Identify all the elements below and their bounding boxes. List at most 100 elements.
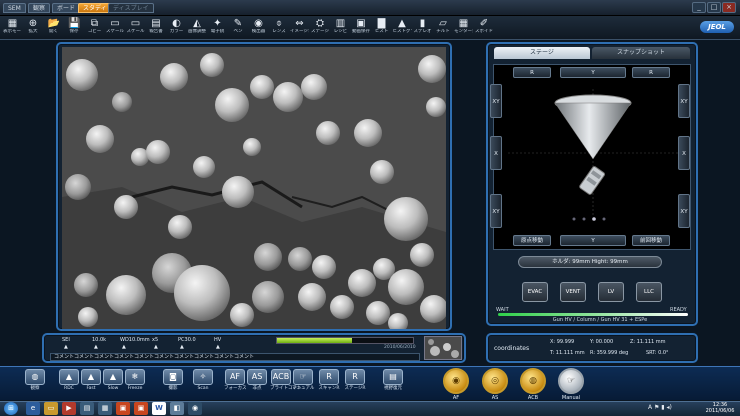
- maximize-button[interactable]: □: [707, 2, 721, 13]
- param-adjust-icon[interactable]: ▲: [94, 344, 98, 350]
- observe-button[interactable]: ◍ 観察: [24, 369, 46, 397]
- toolbar-button-color[interactable]: ◐ カラー: [167, 17, 186, 39]
- bottom-button-label: RDC: [64, 386, 74, 391]
- scan-r-button[interactable]: R スキャンR: [318, 369, 340, 397]
- stage-r-right-button[interactable]: R: [632, 67, 670, 78]
- stage-3d-view[interactable]: [493, 64, 691, 250]
- lv-button[interactable]: LV: [598, 282, 624, 302]
- coord-r: R: 359.999 deg: [590, 350, 629, 356]
- toolbar-button-report[interactable]: ▤ 報告書: [147, 17, 166, 39]
- toolbar-button-scale2[interactable]: ▭ スケール: [126, 17, 145, 39]
- acb-button[interactable]: ACB ブライトコント: [270, 369, 302, 397]
- tab-study[interactable]: スタディ: [78, 3, 112, 13]
- clock[interactable]: 12:36 2011/06/06: [702, 402, 738, 414]
- stage-xy-left-bottom-button[interactable]: XY: [490, 194, 502, 228]
- toolbar-button-histogram2[interactable]: ▲ヒストグラム: [393, 17, 412, 39]
- toolbar-button-display-mode[interactable]: ▦表示モード: [3, 17, 22, 39]
- manual-round-icon[interactable]: ☞: [558, 368, 584, 394]
- toolbar-button-pencil[interactable]: ✎ ペン: [229, 17, 248, 39]
- minimize-button[interactable]: _: [692, 2, 706, 13]
- stage-xy-right-bottom-button[interactable]: XY: [678, 194, 690, 228]
- tab-board[interactable]: ボード: [52, 3, 81, 13]
- ie-icon[interactable]: e: [26, 402, 40, 415]
- origin-move-button[interactable]: 原点移動: [513, 235, 551, 246]
- stage-xy-left-top-button[interactable]: XY: [490, 84, 502, 118]
- stage-xy-right-top-button[interactable]: XY: [678, 84, 690, 118]
- toolbar-button-copy[interactable]: ⧉ コピー: [85, 17, 104, 39]
- param-adjust-icon[interactable]: ▲: [122, 344, 126, 350]
- tab-stage[interactable]: ステージ: [494, 47, 590, 59]
- toolbar-button-image-shift[interactable]: ⇔イメージシフト: [290, 17, 309, 39]
- param-adjust-icon[interactable]: ▲: [64, 344, 68, 350]
- af-round-icon[interactable]: ◉: [443, 368, 469, 394]
- multi-button[interactable]: ▤ 視野復元: [382, 369, 404, 397]
- clock-date: 2011/06/06: [705, 408, 735, 414]
- sem-app-taskbar-icon[interactable]: ◉: [188, 402, 202, 415]
- slow-button[interactable]: ▲ Slow: [102, 369, 124, 397]
- toolbar-button-tilt[interactable]: ▱ チルト: [434, 17, 453, 39]
- stage-y-bottom-button[interactable]: Y: [560, 235, 626, 246]
- stage-y-top-button[interactable]: Y: [560, 67, 626, 78]
- freeze-button[interactable]: ❄ Freeze: [124, 369, 146, 397]
- toolbar-button-image-adjust[interactable]: ◭ 画像調整: [188, 17, 207, 39]
- stage-x-left-button[interactable]: X: [490, 136, 502, 170]
- comment-field[interactable]: コメントコメントコメントコメントコメントコメントコメントコメントコメントコメント: [50, 353, 420, 361]
- stage-x-right-button[interactable]: X: [678, 136, 690, 170]
- stage-r-button[interactable]: R ステージR: [344, 369, 366, 397]
- toolbar-button-electron[interactable]: ✦ 電子銃: [208, 17, 227, 39]
- toolbar-button-stage[interactable]: ⛭ ステージ: [311, 17, 330, 39]
- param-adjust-icon[interactable]: ▲: [154, 344, 158, 350]
- llc-button[interactable]: LLC: [636, 282, 662, 302]
- toolbar-button-lens[interactable]: ⌽ レンズ: [270, 17, 289, 39]
- scan-icon: ✧: [193, 369, 213, 385]
- jeol-logo: JEOL: [700, 21, 734, 33]
- app-icon-4[interactable]: ▣: [134, 402, 148, 415]
- as-round-icon[interactable]: ◎: [482, 368, 508, 394]
- scale-icon: ▭: [110, 18, 120, 29]
- manual-button[interactable]: ☞ マニュアル: [292, 369, 314, 397]
- param-adjust-icon[interactable]: ▲: [216, 344, 220, 350]
- media-player-icon[interactable]: ▶: [62, 402, 76, 415]
- toolbar-button-scale[interactable]: ▭ スケール: [106, 17, 125, 39]
- capture-button[interactable]: ◙ 撮影: [162, 369, 184, 397]
- toolbar-label: スケール: [106, 29, 124, 34]
- toolbar-button-zoom[interactable]: ⊕ 拡大: [24, 17, 43, 39]
- bottom-button-label: Freeze: [127, 386, 143, 391]
- app-icon-2[interactable]: ▦: [98, 402, 112, 415]
- tab-display[interactable]: ディスプレイ: [108, 3, 154, 13]
- word-icon[interactable]: W: [152, 402, 166, 415]
- tab-snapshot[interactable]: スナップショット: [592, 47, 690, 59]
- evac-button[interactable]: EVAC: [522, 282, 548, 302]
- af-button[interactable]: AF フォーカス: [224, 369, 247, 397]
- toolbar-button-open-folder[interactable]: 📂 開く: [44, 17, 63, 39]
- app-icon-3[interactable]: ▣: [116, 402, 130, 415]
- fast-button[interactable]: ▲ Fast: [80, 369, 102, 397]
- vent-button[interactable]: VENT: [560, 282, 586, 302]
- app-icon-1[interactable]: ▤: [80, 402, 94, 415]
- stage-r-left-button[interactable]: R: [513, 67, 551, 78]
- scan-button[interactable]: ✧ Scan: [192, 369, 214, 397]
- thumbnail-preview[interactable]: [424, 336, 462, 360]
- app-icon-5[interactable]: ◧: [170, 402, 184, 415]
- toolbar-button-eyedropper[interactable]: ✐ スポイド: [475, 17, 494, 39]
- toolbar-button-stereo[interactable]: ▮ ステレオ: [413, 17, 432, 39]
- tray-icons[interactable]: A ⚑ ▮ ◂): [648, 404, 672, 411]
- close-button[interactable]: ×: [722, 2, 736, 13]
- rdc-button[interactable]: ▲ RDC: [58, 369, 80, 397]
- toolbar-button-recipe[interactable]: ▥ レシピ: [331, 17, 350, 39]
- tab-sem[interactable]: SEM: [3, 3, 26, 13]
- tab-observe[interactable]: 観察: [28, 3, 51, 13]
- as-button[interactable]: AS 非点: [246, 369, 268, 397]
- acb-round-icon[interactable]: ◍: [520, 368, 546, 394]
- toolbar-button-montage[interactable]: ▦モンタージュ: [454, 17, 473, 39]
- toolbar-button-detector[interactable]: ◉ 検出器: [249, 17, 268, 39]
- param-adjust-icon[interactable]: ▲: [180, 344, 184, 350]
- fast-icon: ▲: [81, 369, 101, 385]
- explorer-icon[interactable]: ▭: [44, 402, 58, 415]
- previous-move-button[interactable]: 前回移動: [632, 235, 670, 246]
- start-button[interactable]: ⊞: [4, 402, 18, 415]
- sem-image[interactable]: [62, 47, 446, 329]
- toolbar-button-histogram[interactable]: ▇ ヒスト: [372, 17, 391, 39]
- toolbar-button-video[interactable]: ▣ 動画保存: [352, 17, 371, 39]
- toolbar-button-save[interactable]: 💾 保存: [65, 17, 84, 39]
